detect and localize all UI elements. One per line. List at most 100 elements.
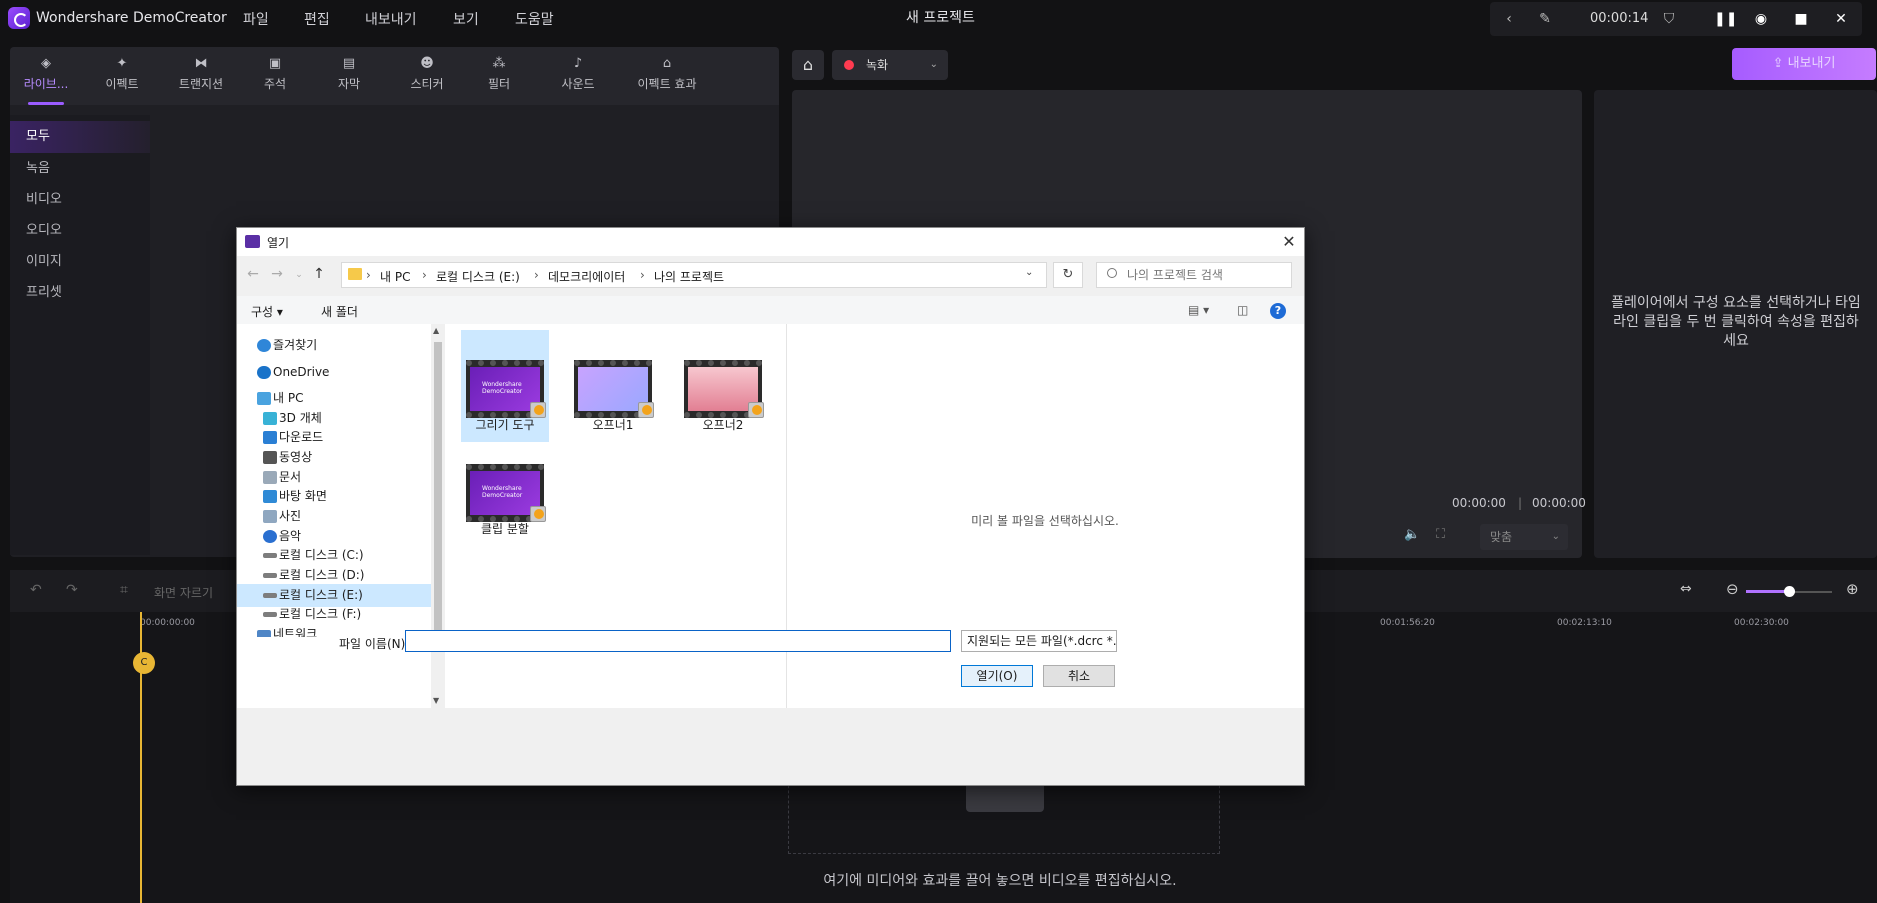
computer-icon — [257, 392, 271, 405]
search-input[interactable]: 나의 프로젝트 검색 — [1096, 262, 1292, 288]
category-list: 모두 녹음 비디오 오디오 이미지 프리셋 — [10, 115, 150, 555]
record-button[interactable]: 녹화 ⌄ — [832, 50, 948, 80]
file-name: 오프너2 — [702, 418, 744, 432]
transition-icon: ⧓ — [194, 56, 208, 71]
breadcrumb-item[interactable]: 내 PC — [380, 268, 410, 285]
tab-transition[interactable]: ⧓ 트랜지션 — [166, 47, 236, 105]
category-recording[interactable]: 녹음 — [10, 153, 150, 185]
help-icon[interactable]: ? — [1270, 303, 1286, 319]
tab-sticker[interactable]: ☻ 스티커 — [396, 47, 458, 105]
ruler-tick: 00:02:30:00 — [1734, 618, 1789, 628]
nav-label: 즐겨찾기 — [273, 338, 318, 352]
scroll-down-icon[interactable]: ▼ — [433, 696, 439, 705]
search-icon — [1107, 268, 1117, 278]
dialog-title: 열기 — [267, 236, 290, 250]
nav-label: 동영상 — [279, 450, 313, 464]
record-target-icon[interactable]: ◉ — [1752, 10, 1770, 28]
nav-scrollbar-thumb[interactable] — [434, 342, 442, 642]
category-image[interactable]: 이미지 — [10, 246, 150, 278]
new-folder-button[interactable]: 새 폴더 — [321, 303, 358, 320]
star-icon — [257, 339, 271, 352]
tab-annotation[interactable]: ▣ 주석 — [246, 47, 304, 105]
video-thumbnail: Wondershare DemoCreator — [466, 464, 546, 522]
dialog-close-button[interactable]: ✕ — [1277, 230, 1301, 254]
pen-icon[interactable]: ✎ — [1536, 10, 1554, 28]
crop-icon[interactable]: ⌗ — [120, 582, 128, 598]
back-icon[interactable]: ← — [245, 266, 261, 282]
tab-effects[interactable]: ✦ 이펙트 — [90, 47, 154, 105]
close-icon[interactable]: ✕ — [1832, 10, 1850, 28]
pause-icon[interactable]: ❚❚ — [1714, 10, 1737, 28]
filename-input[interactable]: ⌄ — [405, 630, 1112, 652]
organize-label: 구성 — [251, 305, 274, 319]
breadcrumb-separator: › — [534, 268, 539, 282]
current-time: 00:00:00 — [1452, 496, 1506, 510]
zoom-in-icon[interactable]: ⊕ — [1846, 580, 1859, 598]
folder-icon — [348, 268, 362, 280]
open-button[interactable]: 열기(O) — [961, 665, 1033, 687]
breadcrumb-item[interactable]: 나의 프로젝트 — [654, 268, 724, 285]
file-item[interactable]: Wondershare DemoCreator 클립 분할 — [461, 434, 549, 546]
open-file-dialog: 열기 ✕ ← → ⌄ ↑ › 내 PC › 로컬 디스크 (E:) › 데모크리… — [236, 227, 1305, 786]
chevron-down-icon[interactable]: ⌄ — [1025, 267, 1033, 278]
category-audio[interactable]: 오디오 — [10, 215, 150, 247]
tab-filter[interactable]: ⁂ 필터 — [470, 47, 528, 105]
tab-sound[interactable]: ♪ 사운드 — [546, 47, 610, 105]
shield-icon[interactable]: ⛉ — [1660, 10, 1678, 28]
tab-library[interactable]: ◈ 라이브... — [16, 47, 76, 105]
category-preset[interactable]: 프리셋 — [10, 277, 150, 309]
filetype-select[interactable]: 지원되는 모든 파일(*.dcrc *.mp — [961, 630, 1117, 652]
menu-view[interactable]: 보기 — [453, 9, 479, 29]
home-button[interactable]: ⌂ — [792, 50, 824, 80]
scroll-up-icon[interactable]: ▲ — [433, 326, 439, 335]
tab-label: 트랜지션 — [178, 77, 224, 91]
menu-help[interactable]: 도움말 — [515, 9, 554, 29]
crop-label[interactable]: 화면 자르기 — [154, 584, 213, 601]
view-options-icon[interactable]: ▤ ▾ — [1188, 303, 1209, 317]
zoom-slider-handle[interactable] — [1784, 586, 1795, 597]
stop-icon[interactable]: ■ — [1792, 10, 1810, 28]
file-item[interactable]: 오프너1 — [569, 330, 657, 442]
playhead-handle[interactable]: C — [133, 652, 155, 674]
redo-icon[interactable]: ↷ — [66, 582, 78, 598]
preview-pane-icon[interactable]: ◫ — [1237, 303, 1248, 317]
nav-item-drive-f[interactable]: 로컬 디스크 (F:) — [237, 603, 431, 626]
time-separator: | — [1518, 496, 1523, 510]
collapse-icon[interactable]: ‹ — [1500, 10, 1518, 28]
tab-effect-store[interactable]: ⌂ 이펙트 효과 — [622, 47, 712, 105]
breadcrumb-item[interactable]: 로컬 디스크 (E:) — [436, 268, 520, 285]
up-icon[interactable]: ↑ — [311, 266, 327, 282]
undo-icon[interactable]: ↶ — [30, 582, 42, 598]
filetype-value: 지원되는 모든 파일(*.dcrc *.mp — [967, 634, 1117, 648]
recent-chevron-icon[interactable]: ⌄ — [291, 270, 307, 280]
tab-label: 주석 — [263, 77, 287, 91]
fit-value: 맞춤 — [1490, 530, 1513, 544]
tab-caption[interactable]: ▤ 자막 — [320, 47, 378, 105]
video-thumbnail — [574, 360, 654, 418]
forward-icon[interactable]: → — [269, 266, 285, 282]
menu-export[interactable]: 내보내기 — [365, 9, 417, 29]
zoom-out-icon[interactable]: ⊖ — [1726, 580, 1739, 598]
file-item[interactable]: 오프너2 — [679, 330, 767, 442]
menu-file[interactable]: 파일 — [243, 9, 269, 29]
export-label: 내보내기 — [1787, 56, 1836, 71]
fit-select[interactable]: 맞춤 ⌄ — [1480, 524, 1568, 550]
tab-label: 사운드 — [561, 77, 595, 91]
address-bar[interactable]: › 내 PC › 로컬 디스크 (E:) › 데모크리에이터 › 나의 프로젝트… — [341, 262, 1047, 288]
export-button[interactable]: ⇪ 내보내기 — [1732, 48, 1876, 80]
volume-icon[interactable]: 🔈 — [1404, 527, 1420, 542]
breadcrumb-item[interactable]: 데모크리에이터 — [548, 268, 625, 285]
nav-item-onedrive[interactable]: OneDrive — [237, 361, 431, 384]
refresh-button[interactable]: ↻ — [1053, 262, 1083, 288]
home-icon: ⌂ — [802, 55, 814, 74]
category-all[interactable]: 모두 — [10, 121, 150, 153]
cancel-button[interactable]: 취소 — [1043, 665, 1115, 687]
menu-edit[interactable]: 편집 — [304, 9, 330, 29]
nav-item-favorites[interactable]: 즐겨찾기 — [237, 334, 431, 357]
desktop-icon — [263, 490, 277, 503]
category-video[interactable]: 비디오 — [10, 184, 150, 216]
fit-timeline-icon[interactable]: ⇔ — [1680, 581, 1692, 597]
organize-button[interactable]: 구성 ▾ — [251, 303, 283, 320]
fullscreen-icon[interactable]: ⛶ — [1436, 527, 1445, 542]
file-item[interactable]: Wondershare DemoCreator 그리기 도구 — [461, 330, 549, 442]
